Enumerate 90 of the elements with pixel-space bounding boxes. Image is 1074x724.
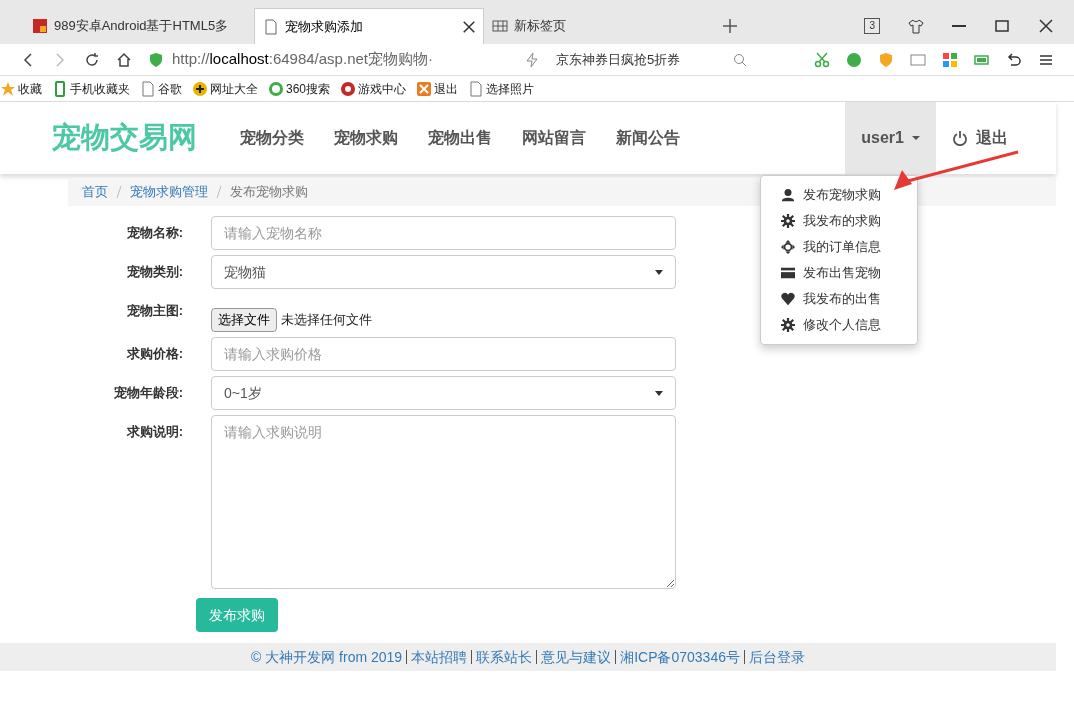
bookmark-link[interactable]: 退出 <box>434 79 459 98</box>
page-icon <box>263 18 279 35</box>
apps-icon <box>942 51 958 68</box>
footer-link[interactable]: © 大神开发网 from 2019 <box>251 646 403 668</box>
field-label: 宠物主图: <box>125 302 183 320</box>
caret-icon <box>912 136 920 140</box>
address-field[interactable]: http://localhost:64984/asp.net宠物购物· <box>148 48 508 71</box>
exit-icon <box>416 80 433 97</box>
settings-icon <box>781 214 795 228</box>
new-tab-icon <box>722 18 738 34</box>
card-icon <box>781 266 795 280</box>
footer-link[interactable]: 后台登录 <box>749 646 805 668</box>
breadcrumb-link[interactable]: 宠物求购管理 <box>130 182 208 202</box>
breadcrumb-link[interactable]: 首页 <box>82 182 108 202</box>
browser-tab[interactable]: 989安卓Android基于HTML5多 <box>24 8 254 44</box>
bookmark-link[interactable]: 选择照片 <box>486 79 535 98</box>
menu-item[interactable]: 我发布的出售 <box>761 286 917 312</box>
bookmark-link[interactable]: 游戏中心 <box>358 79 407 98</box>
menu-item[interactable]: 我的订单信息 <box>761 234 917 260</box>
shirt-icon <box>908 18 924 34</box>
shield-icon <box>148 51 164 68</box>
textarea-field[interactable]: 请输入求购说明 <box>211 415 676 589</box>
settings-icon <box>781 318 795 332</box>
browser-tab[interactable]: 新标签页 <box>484 8 714 44</box>
bookmark-link[interactable]: 收藏 <box>18 79 42 98</box>
close-icon <box>463 20 475 33</box>
nav-link[interactable]: 网站留言 <box>507 126 601 150</box>
reload-icon <box>84 51 100 68</box>
lightning-icon <box>524 51 540 68</box>
tab-title: 宠物求购添加 <box>285 17 364 36</box>
crosshair-icon <box>781 240 795 254</box>
plus-icon <box>192 80 208 97</box>
file-status: 未选择任何文件 <box>281 311 372 330</box>
text-field[interactable]: 请输入求购价格 <box>211 337 676 371</box>
scissors-icon <box>814 51 830 68</box>
search-icon <box>732 51 748 68</box>
field-label: 宠物名称: <box>125 224 183 242</box>
nav-link[interactable]: 新闻公告 <box>601 126 695 150</box>
search-field[interactable]: 京东神券日疯抢5折券 <box>556 49 716 70</box>
menu-item[interactable]: 发布出售宠物 <box>761 260 917 286</box>
select-field[interactable]: 宠物猫 <box>211 255 676 289</box>
nav-link[interactable]: 宠物出售 <box>413 126 507 150</box>
tab-title: 新标签页 <box>514 17 567 36</box>
breadcrumb-current: 发布宠物求购 <box>230 183 308 202</box>
page-icon <box>468 80 485 97</box>
home-icon <box>116 51 132 68</box>
undo-icon <box>1006 51 1022 68</box>
grid-icon <box>492 18 508 34</box>
menu-item[interactable]: 我发布的求购 <box>761 208 917 234</box>
field-label: 宠物年龄段: <box>112 384 183 402</box>
site-icon <box>32 18 48 34</box>
caret-icon <box>655 390 663 396</box>
footer-link[interactable]: 联系站长 <box>476 646 533 668</box>
tab-count[interactable]: 3 <box>864 18 880 34</box>
bookmark-link[interactable]: 手机收藏夹 <box>70 79 130 98</box>
page-icon <box>140 80 156 97</box>
footer-link[interactable]: 本站招聘 <box>411 646 468 668</box>
phone-icon <box>52 80 68 97</box>
separator-icon <box>116 186 122 198</box>
bookmark-link[interactable]: 谷歌 <box>158 79 182 98</box>
choose-file-button[interactable]: 选择文件 <box>211 308 277 332</box>
field-label: 求购说明: <box>125 423 183 441</box>
maximize-icon <box>994 18 1010 34</box>
close-icon <box>1038 18 1054 34</box>
image-icon <box>910 51 926 68</box>
heart-icon <box>781 292 795 306</box>
star-icon <box>0 80 16 97</box>
power-icon <box>952 130 968 146</box>
field-label: 求购价格: <box>125 345 183 363</box>
bookmark-link[interactable]: 网址大全 <box>210 79 258 98</box>
logout-button[interactable]: 退出 <box>936 102 1024 174</box>
footer-link[interactable]: 意见与建议 <box>541 646 612 668</box>
browser-tab[interactable]: 宠物求购添加 <box>254 8 484 44</box>
tab-title: 989安卓Android基于HTML5多 <box>54 17 230 36</box>
menu-item[interactable]: 修改个人信息 <box>761 312 917 338</box>
minimize-icon[interactable] <box>952 25 966 27</box>
nav-link[interactable]: 宠物求购 <box>319 126 413 150</box>
bookmark-link[interactable]: 360搜索 <box>286 79 331 98</box>
text-field[interactable]: 请输入宠物名称 <box>211 216 676 250</box>
caret-icon <box>655 269 663 275</box>
ring-icon <box>268 80 284 97</box>
user-menu-button[interactable]: user1 <box>845 102 936 174</box>
separator-icon <box>216 186 222 198</box>
select-field[interactable]: 0~1岁 <box>211 376 676 410</box>
field-label: 宠物类别: <box>125 263 183 281</box>
nav-link[interactable]: 宠物分类 <box>225 126 319 150</box>
game-icon <box>340 80 357 97</box>
footer-link[interactable]: 湘ICP备0703346号 <box>620 646 740 668</box>
menu-item[interactable]: 发布宠物求购 <box>761 182 917 208</box>
user-icon <box>781 188 795 202</box>
